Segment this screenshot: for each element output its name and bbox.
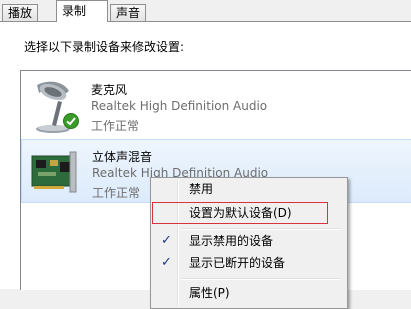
menu-item-label: 显示已断开的设备 xyxy=(189,256,286,270)
menu-item-disable[interactable]: 禁用 xyxy=(153,178,343,200)
checkmark-icon: ✓ xyxy=(161,255,172,270)
highlight-box xyxy=(152,202,328,224)
menu-item-show-disconnected[interactable]: ✓ 显示已断开的设备 xyxy=(153,252,343,274)
tab-playback[interactable]: 播放 xyxy=(2,4,39,21)
tab-label: 录制 xyxy=(62,4,87,18)
device-status: 工作正常 xyxy=(92,186,141,200)
menu-separator xyxy=(181,278,341,280)
default-device-check-icon xyxy=(63,113,79,129)
menu-item-properties[interactable]: 属性(P) xyxy=(153,282,343,304)
menu-item-show-disabled[interactable]: ✓ 显示禁用的设备 xyxy=(153,230,343,252)
checkmark-icon: ✓ xyxy=(161,233,172,248)
menu-item-label: 显示禁用的设备 xyxy=(189,234,274,248)
tab-sounds[interactable]: 声音 xyxy=(110,4,147,21)
tab-recording[interactable]: 录制 xyxy=(56,0,108,22)
instruction-text: 选择以下录制设备来修改设置: xyxy=(24,40,185,54)
tab-label: 声音 xyxy=(116,6,141,20)
device-item-microphone[interactable]: 麦克风 Realtek High Definition Audio 工作正常 xyxy=(21,73,411,139)
device-name: 立体声混音 xyxy=(92,150,153,164)
menu-item-label: 属性(P) xyxy=(189,286,230,300)
context-menu: 禁用 设置为默认设备(D) ✓ 显示禁用的设备 ✓ 显示已断开的设备 属性(P) xyxy=(150,177,348,309)
device-name: 麦克风 xyxy=(91,83,128,97)
sound-card-icon xyxy=(30,146,78,198)
menu-item-label: 禁用 xyxy=(189,182,214,196)
tab-label: 播放 xyxy=(8,6,33,20)
tab-strip: 播放 录制 声音 xyxy=(0,0,411,22)
device-driver: Realtek High Definition Audio xyxy=(91,99,268,113)
device-status: 工作正常 xyxy=(91,119,140,133)
